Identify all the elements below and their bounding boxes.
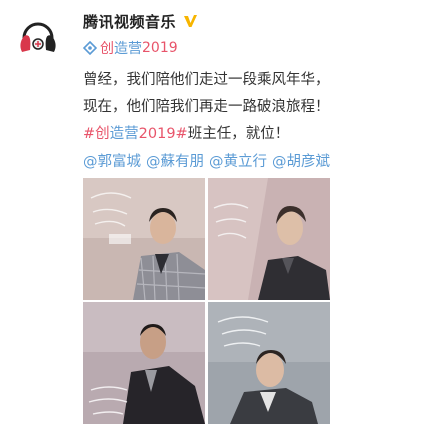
post-text-line-2: 现在，他们陪我们再走一路破浪旅程！ <box>83 99 330 115</box>
post-text-line-1: 曾经，我们陪他们走过一段乘风年华， <box>83 72 330 88</box>
verified-v-icon <box>184 15 198 27</box>
hashtag-part-2: 造营 <box>109 126 139 142</box>
post-text-line-3: #创造营2019#班主任，就位！ <box>83 122 289 143</box>
topic-part-2: 造营 <box>114 41 142 57</box>
photo-thumbnail-4[interactable] <box>208 302 330 424</box>
avatar[interactable] <box>14 10 62 58</box>
author-row: 腾讯视频音乐 <box>83 9 198 33</box>
photo-1-man-checked-suit-icon <box>83 178 205 300</box>
hashtag[interactable]: #创造营2019# <box>83 126 188 142</box>
author-name[interactable]: 腾讯视频音乐 <box>83 11 176 32</box>
photo-2-man-dark-shirt-icon <box>208 178 330 300</box>
topic-part-1: 创 <box>100 41 114 57</box>
photo-4-man-white-shirt-icon <box>208 302 330 424</box>
headphones-logo-icon <box>20 22 56 52</box>
mention-link[interactable]: @黄立行 <box>209 154 267 170</box>
topic-tag[interactable]: 创造营 2019 <box>83 38 178 58</box>
topic-diamond-icon <box>83 41 97 55</box>
mention-link[interactable]: @蘇有朋 <box>146 154 204 170</box>
hashtag-part-3: 2019# <box>138 126 188 142</box>
mention-link[interactable]: @胡彦斌 <box>272 154 330 170</box>
topic-part-3: 2019 <box>142 40 178 56</box>
mention-list: @郭富城 @蘇有朋 @黄立行 @胡彦斌 <box>83 150 335 171</box>
photo-thumbnail-2[interactable] <box>208 178 330 300</box>
post-text-line-3-rest: 班主任，就位！ <box>187 126 290 142</box>
photo-thumbnail-1[interactable] <box>83 178 205 300</box>
photo-thumbnail-3[interactable] <box>83 302 205 424</box>
photo-3-man-leather-jacket-icon <box>83 302 205 424</box>
hashtag-part-1: #创 <box>83 126 110 142</box>
mention-link[interactable]: @郭富城 <box>83 154 141 170</box>
